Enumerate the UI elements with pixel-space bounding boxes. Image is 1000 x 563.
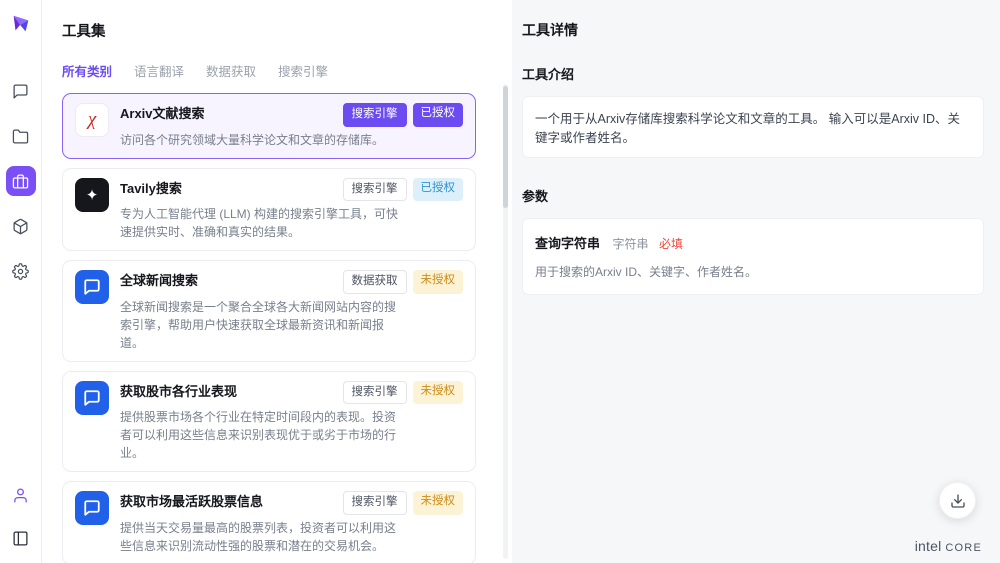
tool-title: 全球新闻搜索	[120, 270, 343, 289]
tool-description: 访问各个研究领域大量科学论文和文章的存储库。	[120, 131, 402, 149]
intel-core-logo: intel CORE	[915, 538, 982, 554]
sidebar-collapse-toggle[interactable]	[6, 523, 36, 553]
briefcase-icon	[12, 173, 29, 190]
parameter-description: 用于搜索的Arxiv ID、关键字、作者姓名。	[535, 263, 971, 280]
tool-card-sector-performance[interactable]: 获取股市各行业表现 搜索引擎 未授权 提供股票市场各个行业在特定时间段内的表现。…	[62, 371, 476, 473]
package-icon	[12, 218, 29, 235]
tab-search-engine[interactable]: 搜索引擎	[278, 61, 328, 80]
auth-status-badge: 未授权	[413, 270, 464, 294]
auth-status-badge: 已授权	[413, 103, 464, 127]
detail-title: 工具详情	[522, 20, 984, 40]
required-flag: 必填	[659, 237, 683, 251]
app-logo-icon[interactable]	[10, 13, 32, 40]
intro-heading: 工具介绍	[522, 64, 984, 83]
icon-rail	[0, 0, 42, 563]
sidebar-item-tools[interactable]	[6, 166, 36, 196]
auth-status-badge: 已授权	[413, 178, 464, 202]
tool-intro-text: 一个用于从Arxiv存储库搜索科学论文和文章的工具。 输入可以是Arxiv ID…	[522, 96, 984, 158]
intel-wordmark: intel	[915, 538, 942, 554]
tool-title: Tavily搜索	[120, 178, 343, 197]
sidebar-item-plugins[interactable]	[6, 211, 36, 241]
tool-description: 专为人工智能代理 (LLM) 构建的搜索引擎工具，可快速提供实时、准确和真实的结…	[120, 205, 402, 241]
sidebar-item-settings[interactable]	[6, 256, 36, 286]
scrollbar-track[interactable]	[503, 84, 508, 559]
parameter-type: 字符串	[612, 237, 648, 251]
tool-description: 全球新闻搜索是一个聚合全球各大新闻网站内容的搜索引擎，帮助用户快速获取全球最新资…	[120, 298, 402, 352]
tab-all-categories[interactable]: 所有类别	[62, 61, 112, 80]
category-badge: 数据获取	[343, 270, 407, 294]
auth-status-badge: 未授权	[413, 491, 464, 515]
auth-status-badge: 未授权	[413, 381, 464, 405]
gear-icon	[12, 263, 29, 280]
folder-icon	[12, 128, 29, 145]
scrollbar-thumb[interactable]	[503, 86, 508, 208]
user-icon	[12, 487, 29, 504]
category-badge: 搜索引擎	[343, 103, 407, 127]
tab-translation[interactable]: 语言翻译	[134, 61, 184, 80]
category-badge: 搜索引擎	[343, 381, 407, 405]
tool-description: 提供股票市场各个行业在特定时间段内的表现。投资者可以利用这些信息来识别表现优于或…	[120, 408, 402, 462]
tool-title: 获取市场最活跃股票信息	[120, 491, 343, 510]
tavily-star-icon: ✦	[75, 178, 109, 212]
tool-card-arxiv[interactable]: χ Arxiv文献搜索 搜索引擎 已授权 访问各个研究领域大量科学论文和文章的存…	[62, 93, 476, 159]
panel-toggle-icon	[12, 530, 29, 547]
download-icon	[950, 493, 966, 509]
rail-nav	[6, 76, 36, 286]
parameter-header: 查询字符串 字符串 必填	[535, 233, 971, 253]
sidebar-item-files[interactable]	[6, 121, 36, 151]
tool-card-tavily[interactable]: ✦ Tavily搜索 搜索引擎 已授权 专为人工智能代理 (LLM) 构建的搜索…	[62, 168, 476, 252]
page-title: 工具集	[62, 20, 512, 41]
parameter-card: 查询字符串 字符串 必填 用于搜索的Arxiv ID、关键字、作者姓名。	[522, 218, 984, 295]
app-window: 工具集 所有类别 语言翻译 数据获取 搜索引擎 χ Arxiv文献搜索 搜索引擎…	[0, 0, 1000, 563]
download-button[interactable]	[939, 482, 976, 519]
tool-title: Arxiv文献搜索	[120, 103, 343, 122]
sidebar-item-chat[interactable]	[6, 76, 36, 106]
tool-detail-panel: 工具详情 工具介绍 一个用于从Arxiv存储库搜索科学论文和文章的工具。 输入可…	[512, 0, 1000, 563]
tool-card-active-stocks[interactable]: 获取市场最活跃股票信息 搜索引擎 未授权 提供当天交易量最高的股票列表，投资者可…	[62, 481, 476, 563]
tool-card-list: χ Arxiv文献搜索 搜索引擎 已授权 访问各个研究领域大量科学论文和文章的存…	[62, 93, 512, 563]
chat-icon	[12, 83, 29, 100]
tool-list-panel: 工具集 所有类别 语言翻译 数据获取 搜索引擎 χ Arxiv文献搜索 搜索引擎…	[42, 0, 512, 563]
tool-description: 提供当天交易量最高的股票列表，投资者可以利用这些信息来识别流动性强的股票和潜在的…	[120, 519, 402, 555]
news-bubble-icon	[75, 381, 109, 415]
tool-card-global-news[interactable]: 全球新闻搜索 数据获取 未授权 全球新闻搜索是一个聚合全球各大新闻网站内容的搜索…	[62, 260, 476, 362]
arxiv-logo-icon: χ	[75, 103, 109, 137]
rail-bottom	[6, 480, 36, 553]
category-badge: 搜索引擎	[343, 491, 407, 515]
params-heading: 参数	[522, 186, 984, 205]
category-badge: 搜索引擎	[343, 178, 407, 202]
tab-data-fetch[interactable]: 数据获取	[206, 61, 256, 80]
sidebar-item-account[interactable]	[6, 480, 36, 510]
parameter-name: 查询字符串	[535, 236, 600, 251]
news-bubble-icon	[75, 270, 109, 304]
category-tabs: 所有类别 语言翻译 数据获取 搜索引擎	[62, 61, 512, 80]
news-bubble-icon	[75, 491, 109, 525]
core-wordmark: CORE	[945, 542, 982, 554]
tool-title: 获取股市各行业表现	[120, 381, 343, 400]
